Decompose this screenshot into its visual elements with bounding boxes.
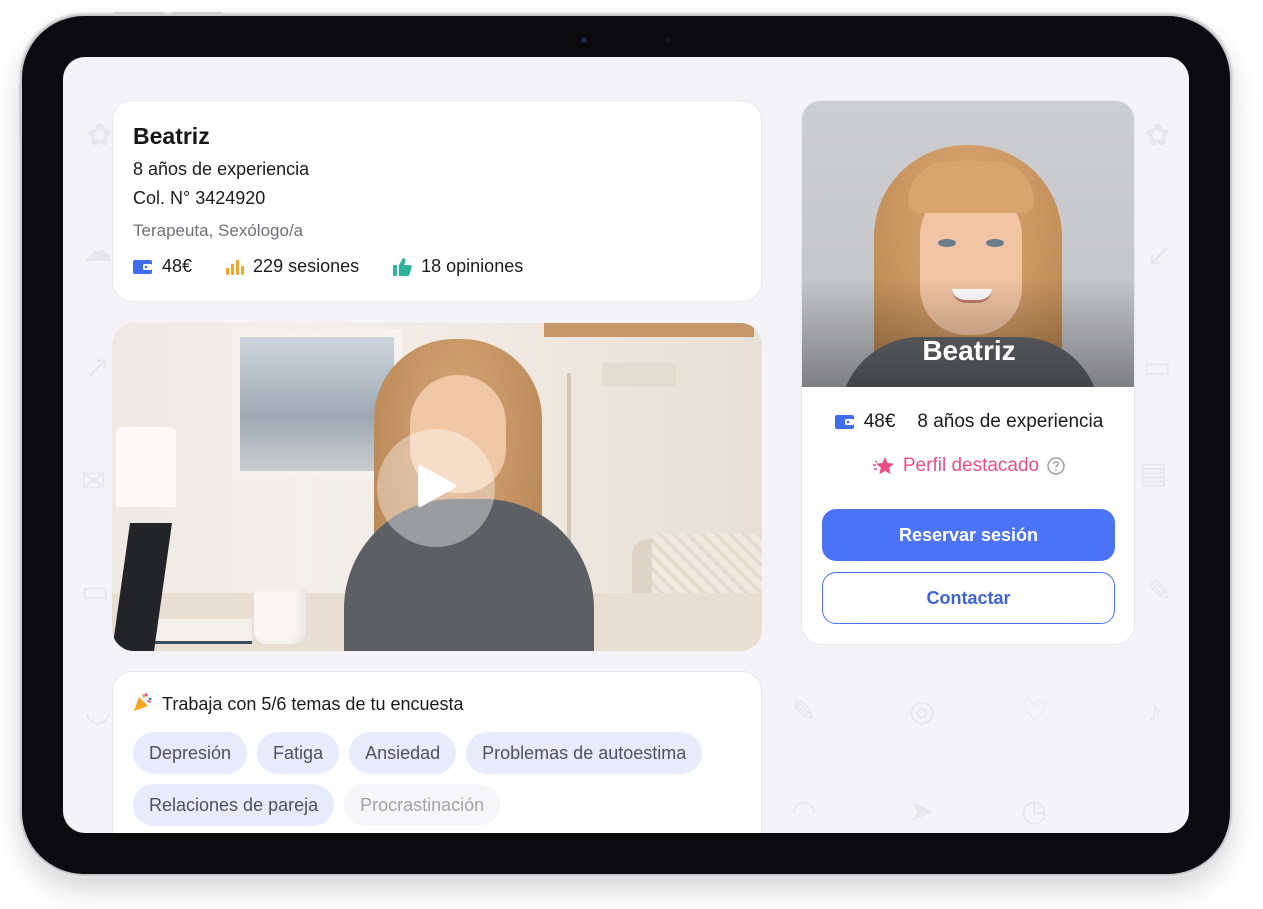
- profile-photo: Beatriz: [802, 101, 1134, 387]
- photo-shape: [986, 239, 1004, 247]
- pencil-icon: ✎: [791, 695, 817, 728]
- help-icon[interactable]: [1047, 457, 1065, 475]
- doodle-icon: ◡: [85, 695, 112, 728]
- video-scene: [544, 323, 754, 337]
- topic-chip: Fatiga: [257, 732, 340, 774]
- play-button[interactable]: [377, 429, 495, 547]
- topic-chip: Ansiedad: [349, 732, 457, 774]
- arrow-icon: ↗: [85, 351, 111, 384]
- profile-meta-row: 48€ 8 años de experiencia: [802, 411, 1134, 433]
- topic-chips: Depresión Fatiga Ansiedad Problemas de a…: [133, 732, 741, 833]
- video-scene: [602, 363, 676, 387]
- wallet-icon: [133, 259, 153, 275]
- topic-chip: Depresión: [133, 732, 248, 774]
- price-value: 48€: [162, 256, 193, 276]
- video-scene: [142, 619, 252, 641]
- photo-name: Beatriz: [922, 335, 1016, 366]
- survey-topics-card: Trabaja con 5/6 temas de tu encuesta Dep…: [112, 671, 762, 833]
- photo-shape: [908, 161, 1034, 213]
- device-button: [19, 84, 22, 138]
- price-stat: 48€: [133, 256, 192, 277]
- reviews-value: 18 opiniones: [421, 256, 524, 276]
- party-popper-icon: [133, 692, 153, 717]
- cup-icon: ▭: [1143, 351, 1172, 384]
- mail-icon: ✉: [81, 465, 107, 498]
- doodle-icon: ♪: [1147, 695, 1162, 728]
- clock-icon: ◷: [1021, 795, 1048, 828]
- sessions-stat: 229 sesiones: [226, 256, 359, 277]
- app-screen: ✿ ☁ ↗ ✉ ▭ ◡ ✿ ↙ ▭ ▤ ✎ ♪ ✎ ◎ ♡ ➤ ◷ ◠ Beat…: [63, 57, 1189, 833]
- profile-price: 48€: [863, 411, 896, 432]
- therapist-name: Beatriz: [133, 123, 210, 149]
- stats-row: 48€ 229 sesiones 18 opiniones: [133, 256, 741, 277]
- doodle-icon: ◠: [791, 795, 818, 828]
- arrow-icon: ↙: [1147, 239, 1173, 272]
- wallet-icon: [834, 414, 855, 430]
- heart-icon: ♡: [1021, 695, 1048, 728]
- contact-button[interactable]: Contactar: [822, 572, 1115, 624]
- doodle-icon: ✿: [1145, 119, 1171, 152]
- video-scene: [116, 427, 176, 507]
- note-icon: ▭: [81, 575, 110, 608]
- reviews-stat: 18 opiniones: [393, 256, 523, 277]
- thumbs-up-icon: [393, 257, 412, 276]
- topic-chip-unmatched: Procrastinación: [344, 784, 501, 826]
- sessions-value: 229 sesiones: [253, 256, 360, 276]
- topics-title: Trabaja con 5/6 temas de tu encuesta: [162, 694, 464, 714]
- chat-icon: ◎: [909, 695, 936, 728]
- intro-video[interactable]: [112, 323, 762, 651]
- device-button: [172, 12, 222, 15]
- topic-chip: Relaciones de pareja: [133, 784, 335, 826]
- star-icon: [872, 456, 895, 476]
- doodle-icon: ✿: [87, 119, 113, 152]
- bar-chart-icon: [226, 259, 245, 275]
- doodle-icon: ✎: [1147, 575, 1173, 608]
- play-icon: [414, 463, 458, 514]
- sensor-dot: [665, 37, 671, 43]
- note-icon: ▤: [1139, 457, 1168, 490]
- license-number: Col. N° 3424920: [133, 188, 266, 208]
- video-scene: [254, 588, 306, 644]
- camera-dot: [581, 37, 587, 43]
- featured-badge: Perfil destacado: [802, 455, 1134, 477]
- send-icon: ➤: [909, 795, 935, 828]
- photo-overlay: [802, 277, 1134, 387]
- topics-title-row: Trabaja con 5/6 temas de tu encuesta: [133, 692, 741, 717]
- therapist-info-card: Beatriz 8 años de experiencia Col. N° 34…: [112, 100, 762, 302]
- device-button: [114, 12, 164, 15]
- profile-experience: 8 años de experiencia: [917, 411, 1104, 432]
- experience-text: 8 años de experiencia: [133, 159, 310, 179]
- therapist-role: Terapeuta, Sexólogo/a: [133, 221, 304, 240]
- topic-chip: Problemas de autoestima: [466, 732, 703, 774]
- book-session-button[interactable]: Reservar sesión: [822, 509, 1115, 561]
- cloud-icon: ☁: [83, 235, 113, 268]
- profile-card: Beatriz 48€ 8 años de experiencia Perfil…: [801, 100, 1135, 645]
- featured-label: Perfil destacado: [902, 455, 1040, 476]
- photo-shape: [938, 239, 956, 247]
